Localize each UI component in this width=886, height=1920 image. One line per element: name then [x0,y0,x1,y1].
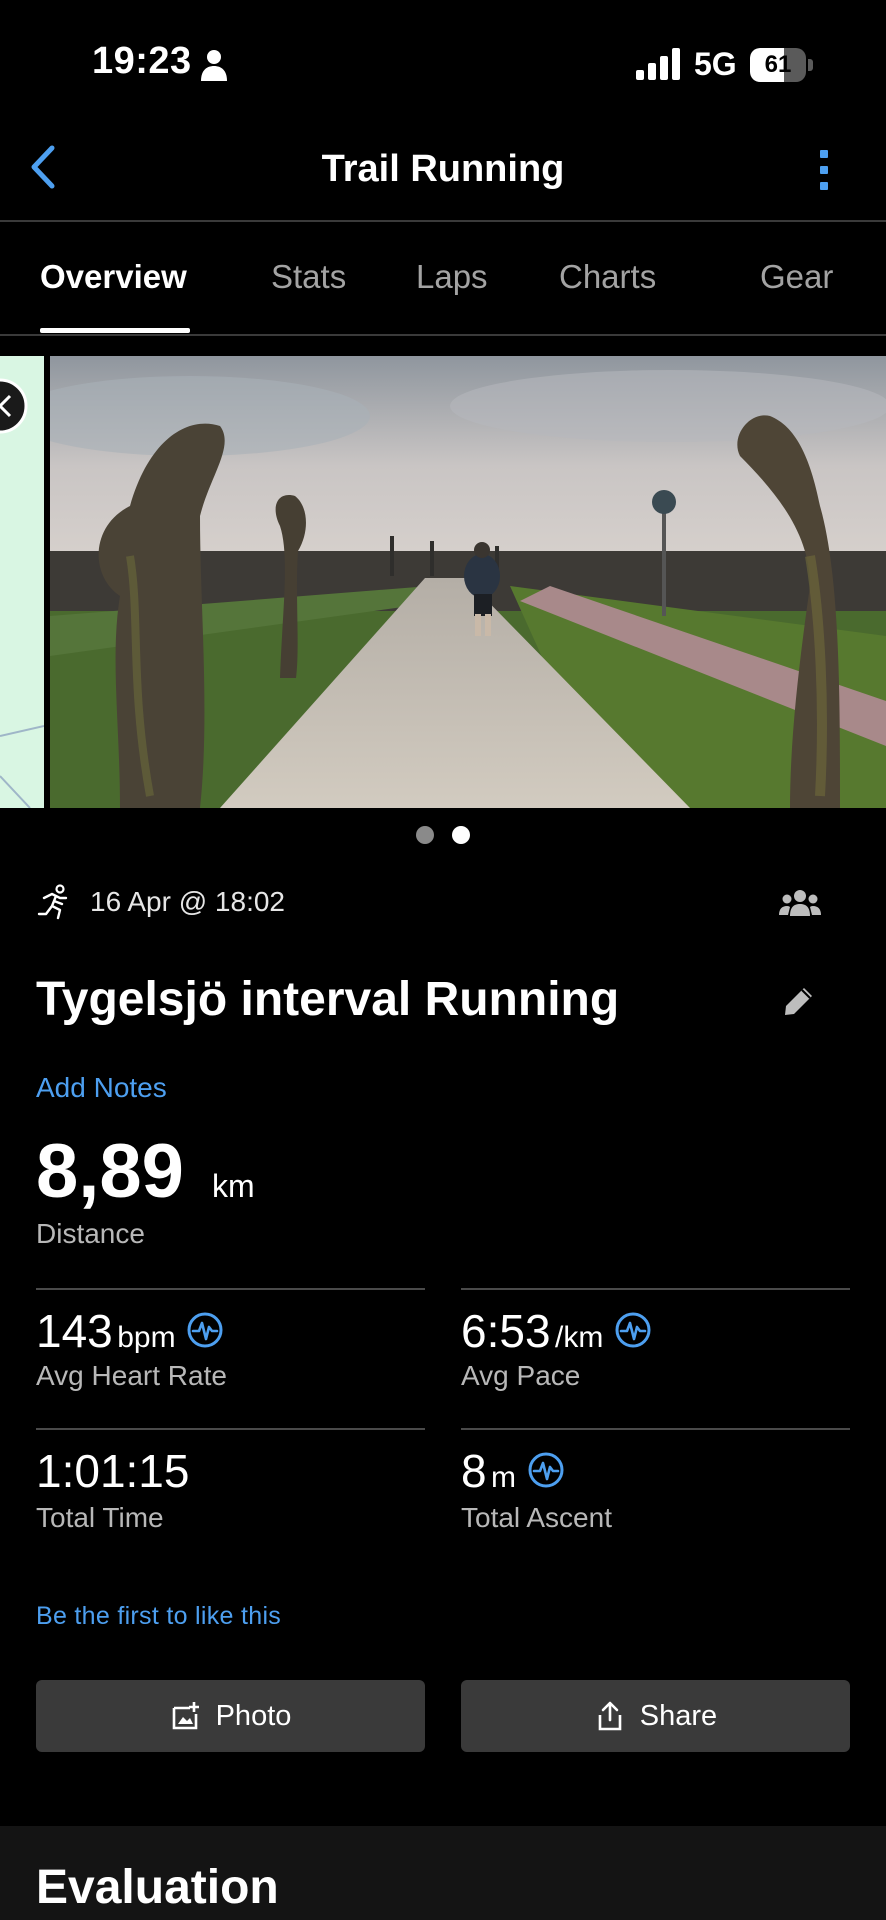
stat-unit: /km [554,1321,604,1354]
heart-wave-icon [528,1452,563,1488]
distance-unit: km [212,1168,255,1204]
share-button-label: Share [639,1699,718,1732]
stat-total-ascent[interactable]: 8 m [461,1444,565,1498]
nav-divider [0,220,886,222]
stat-value: 1:01:15 [36,1445,190,1497]
stat-label: Total Ascent [461,1502,612,1533]
tabs-divider [0,334,886,336]
tab-overview[interactable]: Overview [40,258,187,296]
photo-button-label: Photo [215,1699,292,1732]
stat-unit: bpm [117,1321,176,1354]
stat-divider [36,1288,425,1290]
tab-laps[interactable]: Laps [416,258,488,296]
stat-label: Total Time [36,1502,164,1533]
battery-icon: 61 [750,48,814,82]
stat-avg-heart-rate[interactable]: 143 bpm [36,1304,224,1358]
stat-divider [36,1428,425,1430]
distance-label: Distance [36,1218,145,1249]
like-link[interactable]: Be the first to like this [36,1602,281,1631]
active-tab-indicator [40,328,190,333]
page-title: Trail Running [321,148,565,190]
carousel-dots [0,826,886,846]
stat-unit: m [491,1461,517,1494]
route-map-thumbnail[interactable] [0,356,44,808]
tab-charts[interactable]: Charts [559,258,656,296]
tab-gear[interactable]: Gear [760,258,833,296]
group-icon[interactable] [778,888,822,918]
running-icon [37,884,68,920]
carousel-dot-active[interactable] [452,826,470,844]
carousel-dot[interactable] [416,826,434,844]
evaluation-title: Evaluation [36,1861,279,1914]
share-icon [598,1701,622,1731]
signal-icon [636,48,680,80]
stat-value: 8 [461,1445,487,1497]
distance-value: 8,89 [36,1129,184,1214]
add-notes-link[interactable]: Add Notes [36,1072,167,1104]
status-time: 19:23 [92,40,192,82]
add-photo-icon [172,1702,199,1730]
more-vertical-icon[interactable] [812,148,836,192]
tab-stats[interactable]: Stats [271,258,346,296]
battery-level: 61 [764,51,792,78]
stat-divider [461,1288,850,1290]
stat-label: Avg Pace [461,1360,581,1391]
stat-label: Avg Heart Rate [36,1360,227,1391]
pencil-icon[interactable] [782,984,816,1018]
stat-total-time[interactable]: 1:01:15 [36,1444,189,1498]
stat-value: 143 [36,1305,113,1357]
share-button[interactable]: Share [461,1680,850,1752]
stat-avg-pace[interactable]: 6:53 /km [461,1304,652,1358]
activity-photo[interactable] [50,356,886,808]
stat-value: 6:53 [461,1305,551,1357]
heart-wave-icon [615,1312,651,1348]
stat-divider [461,1428,850,1430]
activity-title: Tygelsjö interval Running [36,973,620,1026]
network-type: 5G [694,46,737,82]
activity-date: 16 Apr @ 18:02 [90,886,286,917]
photo-button[interactable]: Photo [36,1680,425,1752]
heart-wave-icon [187,1312,223,1348]
person-icon [201,50,227,81]
